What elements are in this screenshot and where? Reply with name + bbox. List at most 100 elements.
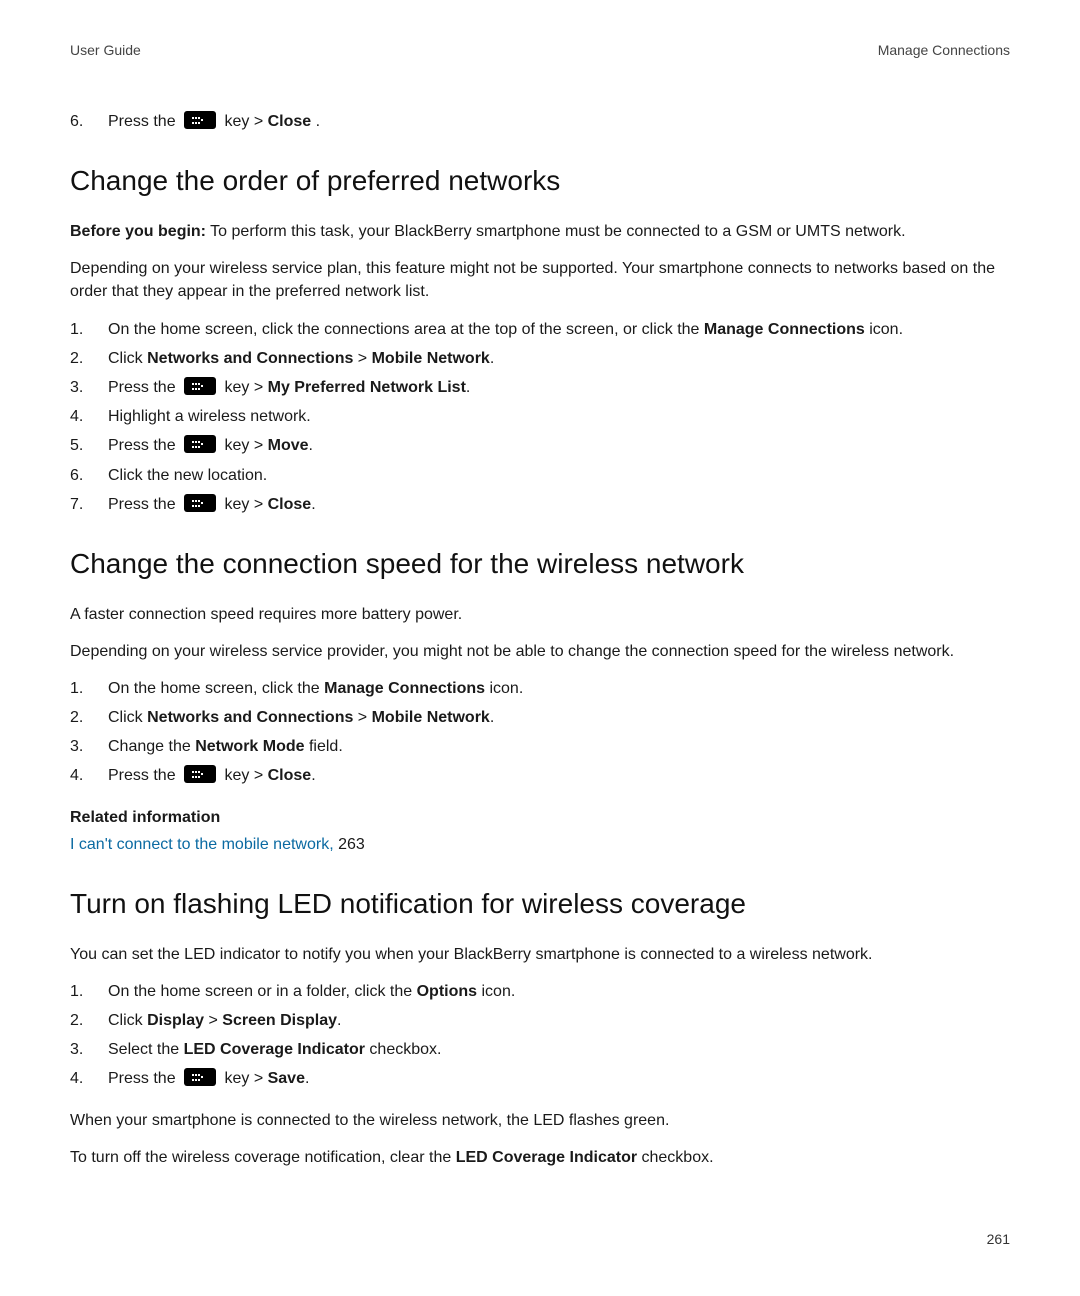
paragraph: You can set the LED indicator to notify … [70, 943, 1010, 966]
paragraph: To turn off the wireless coverage notifi… [70, 1146, 1010, 1169]
text: key > [220, 1070, 268, 1087]
bold-text: My Preferred Network List [268, 379, 466, 396]
text: . [490, 709, 494, 726]
list-item: 4.Press the key > Save. [70, 1067, 1010, 1090]
text: Click the new location. [108, 467, 267, 484]
text: > [353, 709, 371, 726]
text: . [490, 350, 494, 367]
blackberry-menu-key-icon [184, 435, 216, 453]
step-text: On the home screen, click the Manage Con… [108, 677, 1010, 700]
text: icon. [485, 680, 523, 697]
step-text: Press the key > Close. [108, 493, 1010, 516]
bold-text: Before you begin: [70, 223, 206, 240]
text: Press the [108, 496, 180, 513]
text: . [466, 379, 470, 396]
related-information-heading: Related information [70, 806, 1010, 829]
step-text: Select the LED Coverage Indicator checkb… [108, 1038, 1010, 1061]
step-text: Press the key > Save. [108, 1067, 1010, 1090]
bold-text: Close [268, 496, 312, 513]
header-right: Manage Connections [878, 40, 1010, 60]
bold-text: Close [268, 113, 312, 130]
list-item: 1.On the home screen or in a folder, cli… [70, 980, 1010, 1003]
text: Press the [108, 437, 180, 454]
before-you-begin: Before you begin: To perform this task, … [70, 220, 1010, 243]
text: key > [220, 767, 268, 784]
step-number: 2. [70, 706, 108, 729]
blackberry-menu-key-icon [184, 377, 216, 395]
paragraph: A faster connection speed requires more … [70, 603, 1010, 626]
text: . [337, 1012, 341, 1029]
text: On the home screen or in a folder, click… [108, 983, 417, 1000]
bold-text: Networks and Connections [147, 709, 353, 726]
step-text: Press the key > Close . [108, 110, 1010, 133]
list-item: 2.Click Display > Screen Display. [70, 1009, 1010, 1032]
header-left: User Guide [70, 40, 141, 60]
blackberry-menu-key-icon [184, 111, 216, 129]
section-heading: Turn on flashing LED notification for wi… [70, 884, 1010, 925]
step-number: 6. [70, 464, 108, 487]
text: . [305, 1070, 309, 1087]
text: checkbox. [637, 1149, 713, 1166]
step-text: On the home screen, click the connection… [108, 318, 1010, 341]
text: Press the [108, 767, 180, 784]
list-item: 4.Press the key > Close. [70, 764, 1010, 787]
step-number: 3. [70, 735, 108, 758]
page-number: 261 [70, 1229, 1010, 1249]
list-item: 2.Click Networks and Connections > Mobil… [70, 706, 1010, 729]
step-text: Click Networks and Connections > Mobile … [108, 347, 1010, 370]
list-item: 5.Press the key > Move. [70, 434, 1010, 457]
section-heading: Change the connection speed for the wire… [70, 544, 1010, 585]
text: key > [224, 113, 267, 130]
bold-text: Manage Connections [324, 680, 485, 697]
bold-text: Networks and Connections [147, 350, 353, 367]
text: icon. [477, 983, 515, 1000]
step-text: Click Networks and Connections > Mobile … [108, 706, 1010, 729]
bold-text: Move [268, 437, 309, 454]
step-number: 2. [70, 347, 108, 370]
list-item: 7.Press the key > Close. [70, 493, 1010, 516]
text: Highlight a wireless network. [108, 408, 311, 425]
ordered-steps: 1.On the home screen or in a folder, cli… [70, 980, 1010, 1091]
blackberry-menu-key-icon [184, 765, 216, 783]
bold-text: Close [268, 767, 312, 784]
bold-text: Mobile Network [372, 350, 490, 367]
text: Press the [108, 1070, 180, 1087]
ordered-steps: 1.On the home screen, click the Manage C… [70, 677, 1010, 788]
list-item: 1.On the home screen, click the Manage C… [70, 677, 1010, 700]
step-text: Click Display > Screen Display. [108, 1009, 1010, 1032]
step-text: Press the key > Close. [108, 764, 1010, 787]
step-text: Highlight a wireless network. [108, 405, 1010, 428]
bold-text: Screen Display [222, 1012, 337, 1029]
text: Press the [108, 379, 180, 396]
step-number: 4. [70, 1067, 108, 1090]
related-link[interactable]: I can't connect to the mobile network, [70, 836, 334, 853]
step-text: Press the key > Move. [108, 434, 1010, 457]
bold-text: Manage Connections [704, 321, 865, 338]
blackberry-menu-key-icon [184, 494, 216, 512]
related-page: 263 [334, 836, 365, 853]
step-number: 1. [70, 677, 108, 700]
step-number: 6. [70, 110, 108, 133]
list-item: 2.Click Networks and Connections > Mobil… [70, 347, 1010, 370]
text: icon. [865, 321, 903, 338]
text: checkbox. [365, 1041, 441, 1058]
list-item: 3.Select the LED Coverage Indicator chec… [70, 1038, 1010, 1061]
text: key > [220, 496, 268, 513]
step-number: 4. [70, 405, 108, 428]
text: key > [220, 379, 268, 396]
step-text: Click the new location. [108, 464, 1010, 487]
bold-text: Display [147, 1012, 204, 1029]
step-number: 3. [70, 376, 108, 399]
text: On the home screen, click the [108, 680, 324, 697]
text: To turn off the wireless coverage notifi… [70, 1149, 456, 1166]
bold-text: Save [268, 1070, 305, 1087]
section-heading: Change the order of preferred networks [70, 161, 1010, 202]
text: Click [108, 1012, 147, 1029]
paragraph: When your smartphone is connected to the… [70, 1109, 1010, 1132]
blackberry-menu-key-icon [184, 1068, 216, 1086]
text: . [316, 113, 320, 130]
text: To perform this task, your BlackBerry sm… [206, 223, 906, 240]
step-text: On the home screen or in a folder, click… [108, 980, 1010, 1003]
step-text: Change the Network Mode field. [108, 735, 1010, 758]
list-item: 1.On the home screen, click the connecti… [70, 318, 1010, 341]
